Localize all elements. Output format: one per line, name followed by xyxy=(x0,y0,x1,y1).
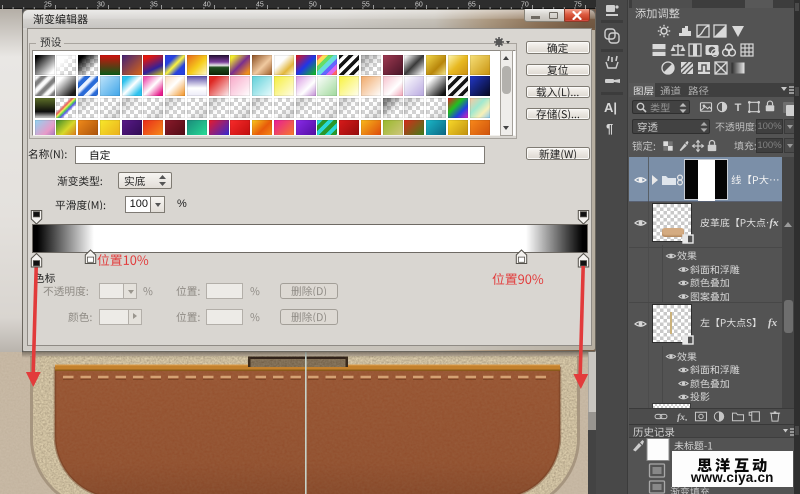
svg-text:T: T xyxy=(735,102,742,114)
svg-text:fx: fx xyxy=(677,413,685,423)
